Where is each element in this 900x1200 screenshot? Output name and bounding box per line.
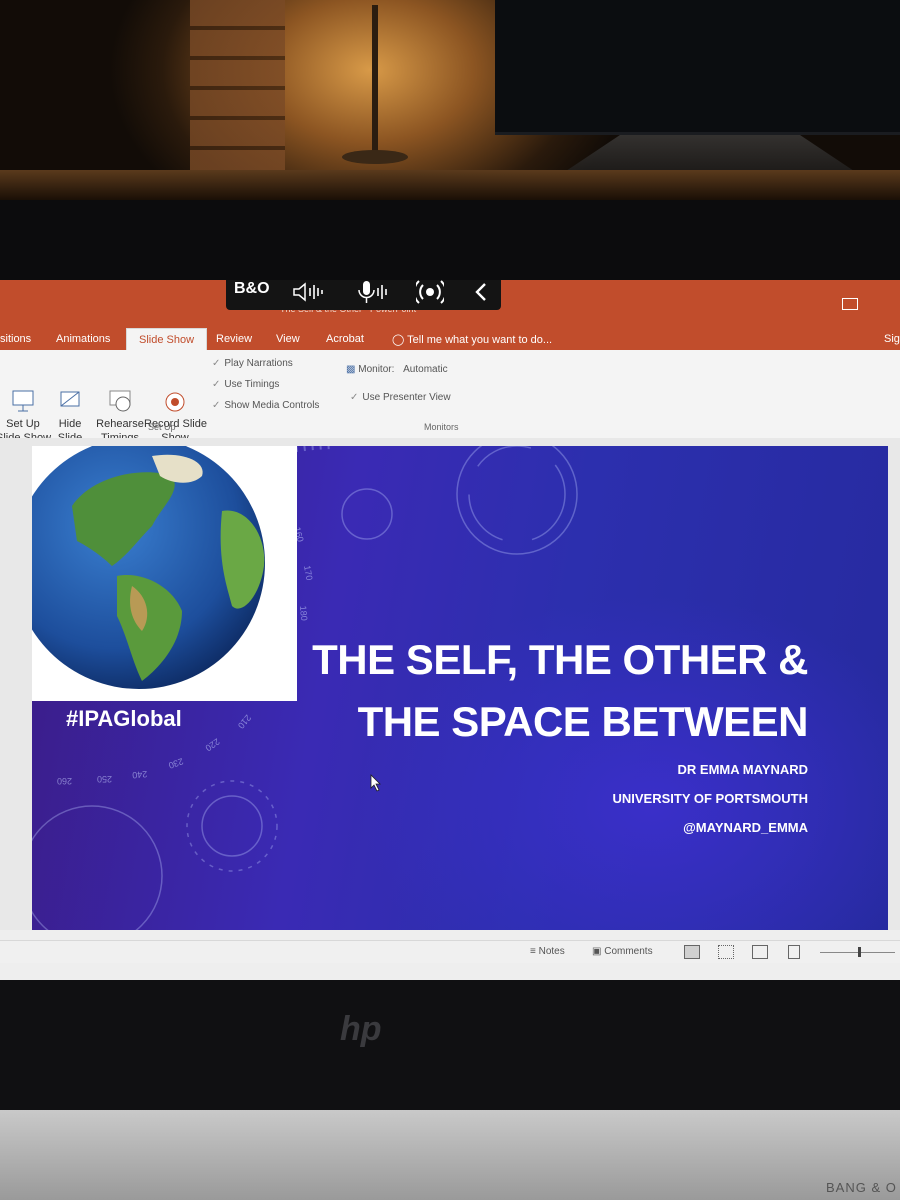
- laptop-base: [0, 1110, 900, 1200]
- audio-toolbar: B&O: [226, 280, 501, 310]
- slide-title-line-1: THE SELF, THE OTHER &: [312, 636, 808, 683]
- comments-button[interactable]: ▣ Comments: [592, 946, 653, 957]
- svg-text:240: 240: [132, 769, 148, 780]
- monitor-value: Automatic: [403, 364, 448, 375]
- comments-label: Comments: [604, 946, 653, 957]
- hp-logo: hp: [340, 1010, 382, 1048]
- slide-show-view-icon[interactable]: [788, 945, 800, 959]
- tab-review[interactable]: Review: [216, 333, 252, 345]
- svg-text:210: 210: [236, 713, 253, 731]
- use-timings-label: Use Timings: [224, 379, 280, 390]
- laptop-screen: The Self & the Other - PowerPoint B&O si…: [0, 280, 900, 980]
- broadcast-icon[interactable]: [416, 280, 444, 305]
- monitors-group-label: Monitors: [424, 422, 459, 432]
- setup-group-label: Set Up: [148, 422, 176, 432]
- mouse-pointer-icon: [370, 774, 381, 792]
- institution-name: UNIVERSITY OF PORTSMOUTH: [612, 791, 809, 806]
- tv-stand: [560, 135, 860, 175]
- stopwatch-icon: [109, 390, 131, 412]
- laptop-top-bezel: [0, 200, 900, 280]
- lamp: [372, 5, 378, 155]
- setup-slide-show-icon: [12, 390, 34, 412]
- tab-slide-show[interactable]: Slide Show: [126, 328, 208, 350]
- ribbon-slide-show: Set Up Slide Show Hide Slide Rehearse Ti…: [0, 350, 900, 444]
- svg-text:170: 170: [302, 565, 314, 582]
- sign-in-link[interactable]: Sig: [884, 333, 900, 345]
- use-presenter-view-label: Use Presenter View: [362, 392, 451, 403]
- checkmark-icon: ✓: [212, 400, 221, 411]
- status-bar: ≡ Notes ▣ Comments: [0, 940, 900, 963]
- room-background: [0, 0, 900, 200]
- slide-canvas[interactable]: 150 160 170 180 190 200 210 220 230 240 …: [32, 446, 888, 930]
- hide-slide-icon: [60, 391, 80, 407]
- tab-animations[interactable]: Animations: [56, 333, 110, 345]
- microphone-icon[interactable]: [356, 280, 390, 304]
- monitor-select[interactable]: ▩ Monitor: Automatic: [346, 364, 448, 375]
- monitor-label: Monitor:: [358, 364, 395, 375]
- globe-icon: [32, 446, 265, 689]
- comment-icon: ▣: [592, 946, 602, 957]
- slide-sorter-icon[interactable]: [718, 945, 734, 959]
- reading-view-icon[interactable]: [752, 945, 768, 959]
- checkmark-icon: ✓: [212, 379, 221, 390]
- show-media-controls-checkbox[interactable]: ✓ Show Media Controls: [212, 400, 319, 411]
- speaker-brand-label: BANG & O: [826, 1180, 897, 1195]
- twitter-handle: @MAYNARD_EMMA: [683, 820, 808, 835]
- checkmark-icon: ✓: [350, 392, 359, 403]
- play-narrations-checkbox[interactable]: ✓ Play Narrations: [212, 358, 293, 369]
- bang-olufsen-icon[interactable]: B&O: [234, 280, 270, 298]
- tell-me-label: Tell me what you want to do...: [407, 334, 553, 346]
- hashtag-label: #IPAGlobal: [66, 706, 182, 731]
- record-icon: [165, 392, 185, 412]
- notes-icon: ≡: [530, 946, 536, 957]
- earth-image[interactable]: [32, 446, 297, 701]
- lightbulb-icon: ◯: [392, 334, 405, 346]
- notes-label: Notes: [538, 946, 565, 957]
- play-narrations-label: Play Narrations: [224, 358, 293, 369]
- desk: [0, 170, 900, 200]
- lamp-base: [342, 150, 408, 164]
- slide-editing-area: 150 160 170 180 190 200 210 220 230 240 …: [0, 438, 900, 930]
- laptop-bottom-bezel: [0, 980, 900, 1110]
- television: [495, 0, 900, 135]
- svg-text:250: 250: [97, 774, 112, 784]
- slide-title-line-2: THE SPACE BETWEEN: [357, 698, 809, 745]
- svg-text:230: 230: [167, 756, 185, 771]
- svg-text:260: 260: [57, 776, 72, 786]
- tab-view[interactable]: View: [276, 333, 300, 345]
- svg-text:220: 220: [204, 736, 222, 753]
- restore-window-icon[interactable]: [842, 298, 858, 310]
- author-name: DR EMMA MAYNARD: [677, 762, 808, 777]
- svg-text:180: 180: [298, 605, 309, 621]
- normal-view-icon[interactable]: [684, 945, 700, 959]
- checkmark-icon: ✓: [212, 358, 221, 369]
- notes-button[interactable]: ≡ Notes: [530, 946, 565, 957]
- tab-transitions[interactable]: sitions: [0, 333, 31, 345]
- monitor-icon: ▩: [346, 364, 356, 375]
- tell-me-search[interactable]: ◯ Tell me what you want to do...: [392, 333, 552, 346]
- use-presenter-view-checkbox[interactable]: ✓ Use Presenter View: [350, 392, 451, 403]
- tab-acrobat[interactable]: Acrobat: [326, 333, 364, 345]
- use-timings-checkbox[interactable]: ✓ Use Timings: [212, 379, 279, 390]
- chevron-left-icon[interactable]: [474, 282, 488, 302]
- speaker-icon[interactable]: [292, 282, 324, 302]
- show-media-controls-label: Show Media Controls: [224, 400, 320, 411]
- zoom-slider-thumb[interactable]: [858, 947, 861, 957]
- ribbon-tabs: sitions Animations Slide Show Review Vie…: [0, 328, 900, 350]
